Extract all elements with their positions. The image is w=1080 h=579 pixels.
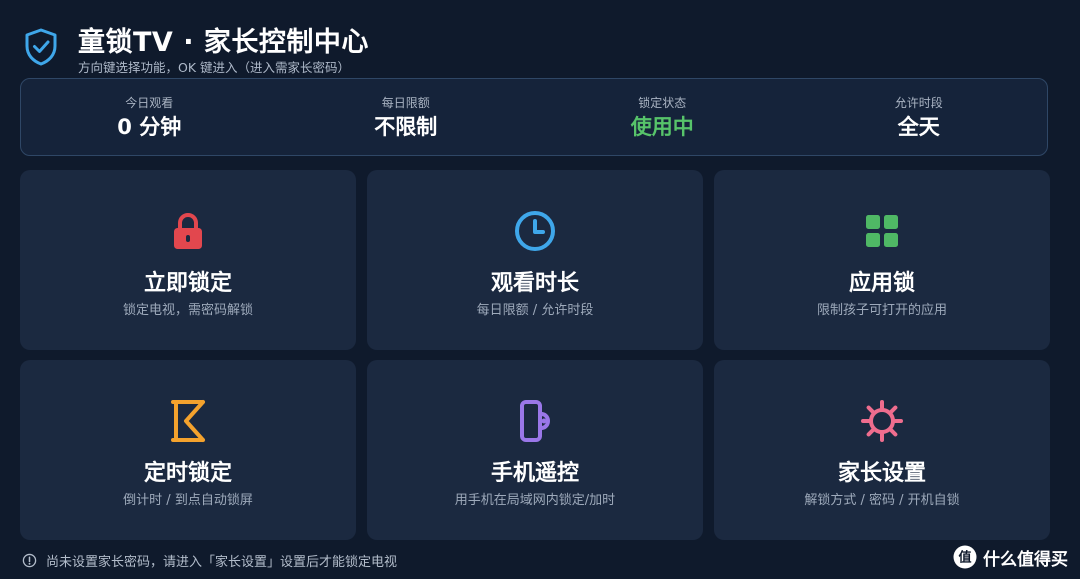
tile-desc: 倒计时 / 到点自动锁屏 [123,493,253,508]
stat-lock-status: 锁定状态 使用中 [534,79,791,155]
timer-icon [171,400,205,442]
tile-desc: 每日限额 / 允许时段 [476,303,594,318]
tile-title: 立即锁定 [143,271,232,296]
stat-value: 0 分钟 [117,115,182,139]
phone-remote-button[interactable]: 手机遥控 用手机在局域网内锁定/加时 [367,360,703,540]
tile-title: 手机遥控 [490,461,579,486]
zhi-badge-icon: 值 [953,545,977,569]
watermark-text: 什么值得买 [983,549,1068,570]
tile-desc: 用手机在局域网内锁定/加时 [454,493,616,508]
watch-time-button[interactable]: 观看时长 每日限额 / 允许时段 [367,170,703,350]
stat-label: 今日观看 [125,96,174,110]
stat-value: 不限制 [374,115,438,139]
stat-daily-limit: 每日限额 不限制 [278,79,535,155]
parent-settings-button[interactable]: 家长设置 解锁方式 / 密码 / 开机自锁 [714,360,1050,540]
stat-label: 每日限额 [381,96,430,110]
tile-desc: 锁定电视，需密码解锁 [122,303,253,318]
stat-label: 锁定状态 [638,96,687,110]
stat-allowed-period: 允许时段 全天 [791,79,1048,155]
tile-title: 定时锁定 [143,461,232,486]
lock-now-button[interactable]: 立即锁定 锁定电视，需密码解锁 [20,170,356,350]
watermark-logo: 值 什么值得买 [953,544,1068,570]
tile-title: 家长设置 [837,461,926,486]
tile-title: 应用锁 [848,271,915,296]
header: 童锁TV · 家长控制中心 方向键选择功能，OK 键进入（进入需家长密码） [24,20,724,75]
phone-icon [520,400,550,442]
clock-icon [515,211,555,251]
tile-title: 观看时长 [490,271,579,296]
stat-value-status: 使用中 [630,115,694,139]
info-icon [22,553,37,567]
gear-icon [861,400,903,442]
shield-check-icon [25,28,57,66]
tile-desc: 解锁方式 / 密码 / 开机自锁 [804,493,960,508]
feature-grid: 立即锁定 锁定电视，需密码解锁 观看时长 每日限额 / 允许时段 应用锁 限制孩… [20,170,1050,540]
stat-label: 允许时段 [894,96,943,110]
stat-value: 全天 [897,115,940,139]
footer-text: 尚未设置家长密码，请进入「家长设置」设置后才能锁定电视 [46,554,398,570]
watermark-badge-text: 值 [958,550,971,566]
footer-notice: 尚未设置家长密码，请进入「家长设置」设置后才能锁定电视 [22,550,722,570]
page-title: 童锁TV · 家长控制中心 [78,27,369,58]
tile-desc: 限制孩子可打开的应用 [816,303,947,318]
timer-lock-button[interactable]: 定时锁定 倒计时 / 到点自动锁屏 [20,360,356,540]
status-panel: 今日观看 0 分钟 每日限额 不限制 锁定状态 使用中 允许时段 全天 [20,78,1048,156]
grid-icon [866,215,898,247]
stat-today-watch: 今日观看 0 分钟 [21,79,278,155]
page-subtitle: 方向键选择功能，OK 键进入（进入需家长密码） [78,60,351,75]
lock-icon [174,212,202,249]
app-lock-button[interactable]: 应用锁 限制孩子可打开的应用 [714,170,1050,350]
